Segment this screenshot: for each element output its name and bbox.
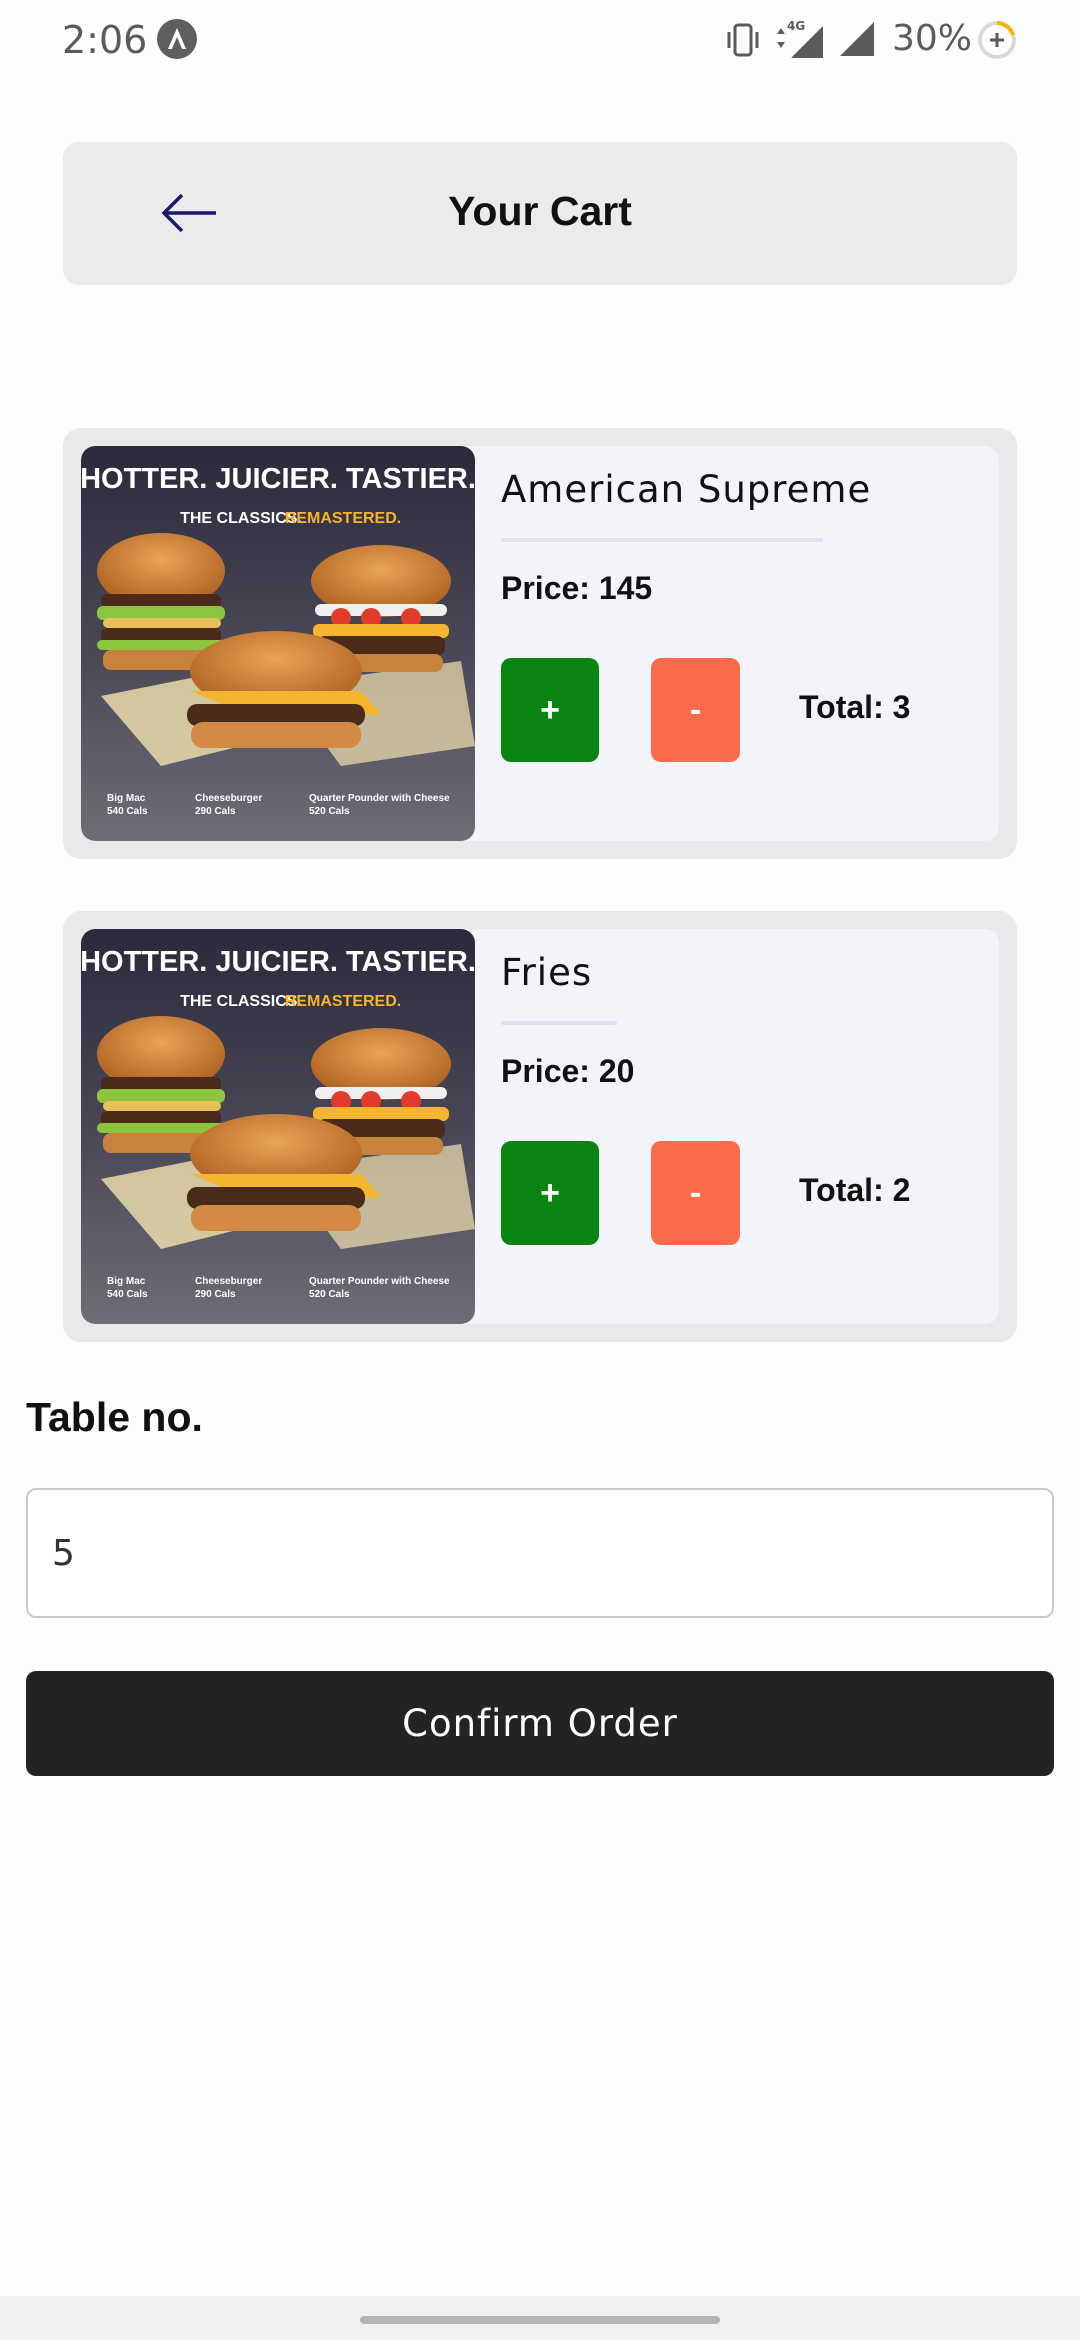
svg-text:HOTTER. JUICIER. TASTIER.: HOTTER. JUICIER. TASTIER.: [81, 946, 475, 978]
item-total: Total: 3: [799, 689, 911, 725]
battery-percentage: 30%: [892, 18, 973, 59]
app-notification-icon: [157, 19, 197, 59]
item-image: HOTTER. JUICIER. TASTIER. THE CLASSICS. …: [81, 446, 475, 841]
cart-item: HOTTER. JUICIER. TASTIER. THE CLASSICS. …: [63, 428, 1017, 859]
page-title: Your Cart: [448, 188, 632, 234]
svg-text:540 Cals: 540 Cals: [107, 1289, 148, 1300]
svg-text:THE CLASSICS.: THE CLASSICS.: [180, 993, 302, 1010]
decrease-quantity-button[interactable]: -: [651, 1141, 740, 1245]
svg-text:THE CLASSICS.: THE CLASSICS.: [180, 510, 302, 527]
mobile-data-icon: 4G: [777, 19, 823, 58]
svg-text:REMASTERED.: REMASTERED.: [285, 993, 401, 1010]
system-nav-bar: [0, 2296, 1080, 2340]
item-price: Price: 145: [501, 570, 653, 606]
svg-text:Big Mac: Big Mac: [107, 1276, 146, 1287]
svg-text:520 Cals: 520 Cals: [309, 806, 350, 817]
battery-saver-icon: [978, 21, 1016, 59]
svg-text:Quarter Pounder with Cheese: Quarter Pounder with Cheese: [309, 793, 450, 804]
svg-text:540 Cals: 540 Cals: [107, 806, 148, 817]
signal-icon: [840, 22, 874, 56]
item-name: American Supreme: [501, 468, 872, 511]
increase-quantity-button[interactable]: +: [501, 658, 599, 762]
item-total: Total: 2: [799, 1172, 911, 1208]
item-price: Price: 20: [501, 1053, 635, 1089]
svg-text:520 Cals: 520 Cals: [309, 1289, 350, 1300]
burger-ad-image: HOTTER. JUICIER. TASTIER. THE CLASSICS. …: [81, 929, 475, 1324]
svg-text:Quarter Pounder with Cheese: Quarter Pounder with Cheese: [309, 1276, 450, 1287]
status-time: 2:06: [62, 18, 148, 62]
svg-text:HOTTER. JUICIER. TASTIER.: HOTTER. JUICIER. TASTIER.: [81, 463, 475, 495]
svg-text:290 Cals: 290 Cals: [195, 806, 236, 817]
table-number-label: Table no.: [26, 1394, 203, 1440]
vibrate-icon: [727, 23, 759, 57]
item-name-underline: [501, 1021, 617, 1025]
svg-text:Cheeseburger: Cheeseburger: [195, 793, 262, 804]
svg-text:Big Mac: Big Mac: [107, 793, 146, 804]
cart-item: HOTTER. JUICIER. TASTIER. THE CLASSICS. …: [63, 911, 1017, 1342]
header-bar: Your Cart: [63, 142, 1017, 285]
item-name-underline: [501, 538, 823, 542]
increase-quantity-button[interactable]: +: [501, 1141, 599, 1245]
item-name: Fries: [501, 951, 593, 994]
cart-item-card: HOTTER. JUICIER. TASTIER. THE CLASSICS. …: [81, 446, 999, 841]
home-gesture-handle[interactable]: [360, 2316, 720, 2324]
table-number-input[interactable]: [26, 1488, 1054, 1618]
decrease-quantity-button[interactable]: -: [651, 658, 740, 762]
status-bar: 2:06 4G 30%: [0, 0, 1080, 80]
svg-text:REMASTERED.: REMASTERED.: [285, 510, 401, 527]
burger-ad-image: HOTTER. JUICIER. TASTIER. THE CLASSICS. …: [81, 446, 475, 841]
svg-text:290 Cals: 290 Cals: [195, 1289, 236, 1300]
svg-text:Cheeseburger: Cheeseburger: [195, 1276, 262, 1287]
cart-item-card: HOTTER. JUICIER. TASTIER. THE CLASSICS. …: [81, 929, 999, 1324]
confirm-order-button[interactable]: Confirm Order: [26, 1671, 1054, 1776]
item-image: HOTTER. JUICIER. TASTIER. THE CLASSICS. …: [81, 929, 475, 1324]
svg-text:4G: 4G: [787, 19, 805, 33]
